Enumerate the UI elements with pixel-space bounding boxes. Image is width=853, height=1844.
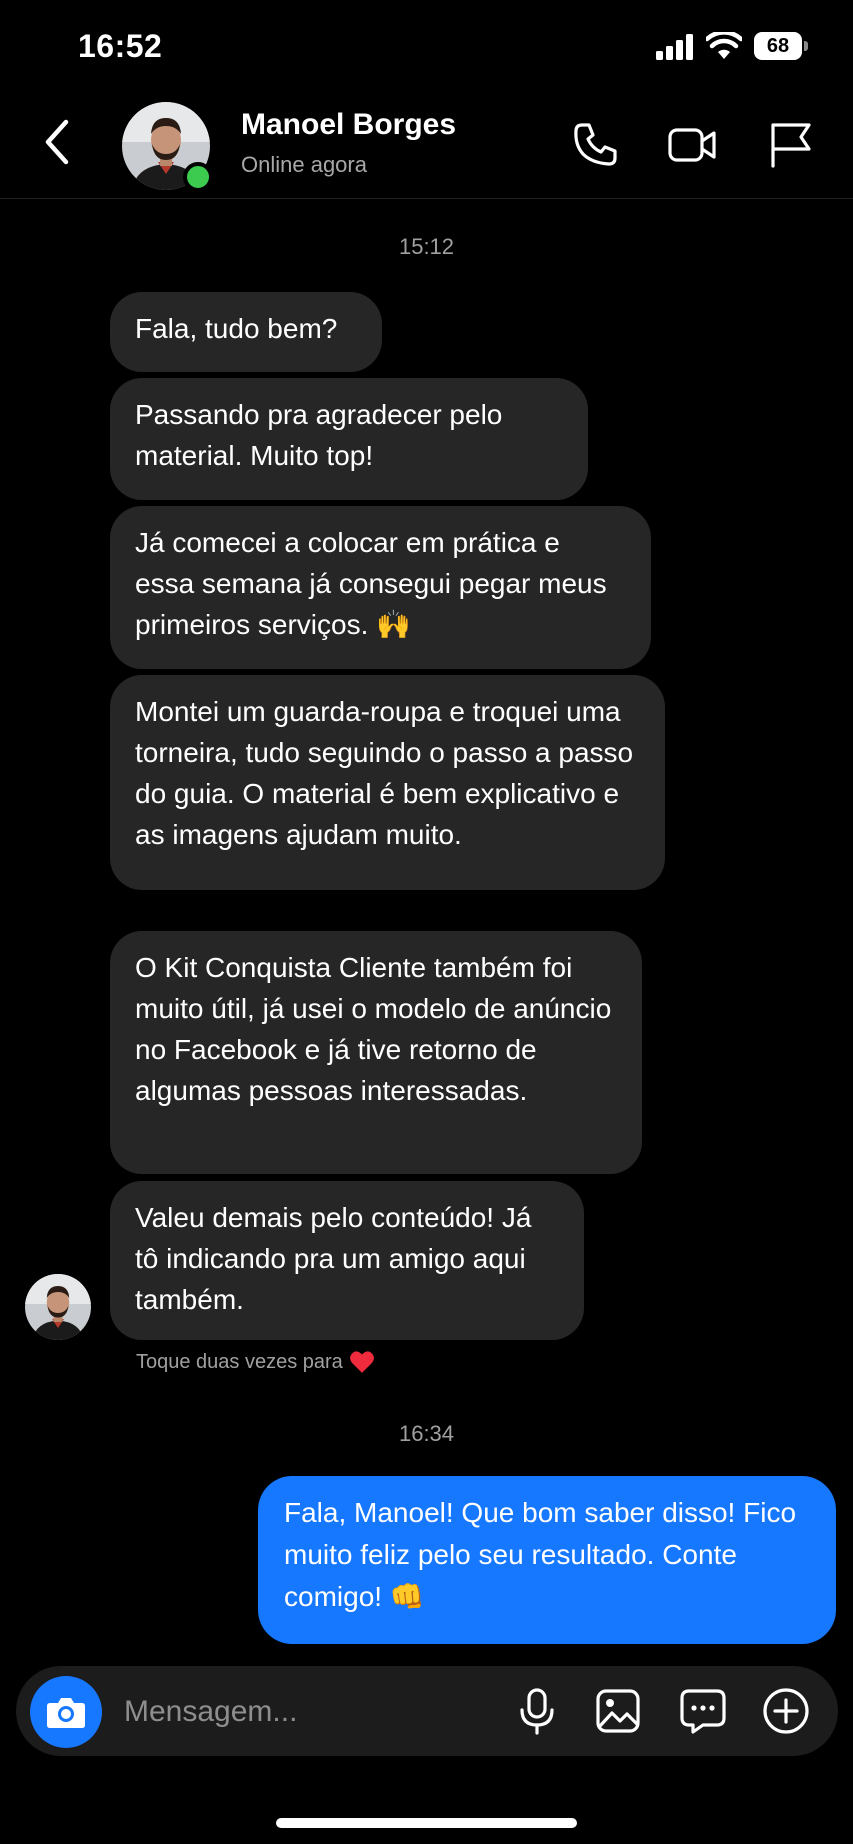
message-input[interactable] — [122, 1688, 506, 1736]
timestamp: 15:12 — [398, 234, 455, 259]
heart-icon — [349, 1351, 374, 1373]
incoming-message[interactable]: Já comecei a colocar em prática e essa s… — [110, 506, 651, 669]
incoming-message[interactable]: Fala, tudo bem? — [110, 292, 382, 372]
incoming-message[interactable]: Montei um guarda-roupa e troquei uma tor… — [110, 675, 665, 890]
plus-icon[interactable] — [761, 1686, 811, 1736]
chat-header: Manoel Borges Online agora — [0, 92, 853, 199]
incoming-message[interactable]: Valeu demais pelo conteúdo! Já tô indica… — [110, 1181, 584, 1340]
back-icon[interactable] — [38, 116, 78, 168]
timestamp: 16:34 — [398, 1421, 455, 1446]
camera-icon — [47, 1698, 85, 1728]
battery-level: 68 — [754, 32, 802, 60]
phone-icon[interactable] — [570, 120, 620, 170]
double-tap-hint: Toque duas vezes para — [136, 1350, 375, 1374]
wifi-icon — [706, 32, 742, 59]
gallery-icon[interactable] — [593, 1686, 643, 1736]
camera-button[interactable] — [30, 1676, 102, 1748]
sticker-icon[interactable] — [678, 1686, 728, 1736]
incoming-message[interactable]: O Kit Conquista Cliente também foi muito… — [110, 931, 642, 1174]
contact-name[interactable]: Manoel Borges — [241, 108, 456, 142]
contact-status: Online agora — [241, 152, 367, 177]
incoming-message[interactable]: Passando pra agradecer pelo material. Mu… — [110, 378, 588, 500]
video-icon[interactable] — [667, 120, 717, 170]
contact-avatar-small[interactable] — [25, 1274, 91, 1340]
online-indicator — [183, 162, 213, 192]
microphone-icon[interactable] — [512, 1686, 562, 1736]
signal-icon — [656, 34, 693, 60]
flag-icon[interactable] — [766, 120, 816, 170]
battery-icon: 68 — [754, 32, 808, 60]
outgoing-message[interactable]: Fala, Manoel! Que bom saber disso! Fico … — [258, 1476, 836, 1644]
message-composer — [16, 1666, 838, 1756]
status-bar: 16:52 68 — [0, 0, 853, 92]
home-indicator[interactable] — [276, 1818, 577, 1828]
status-time: 16:52 — [78, 28, 163, 64]
hint-text: Toque duas vezes para — [136, 1350, 343, 1373]
